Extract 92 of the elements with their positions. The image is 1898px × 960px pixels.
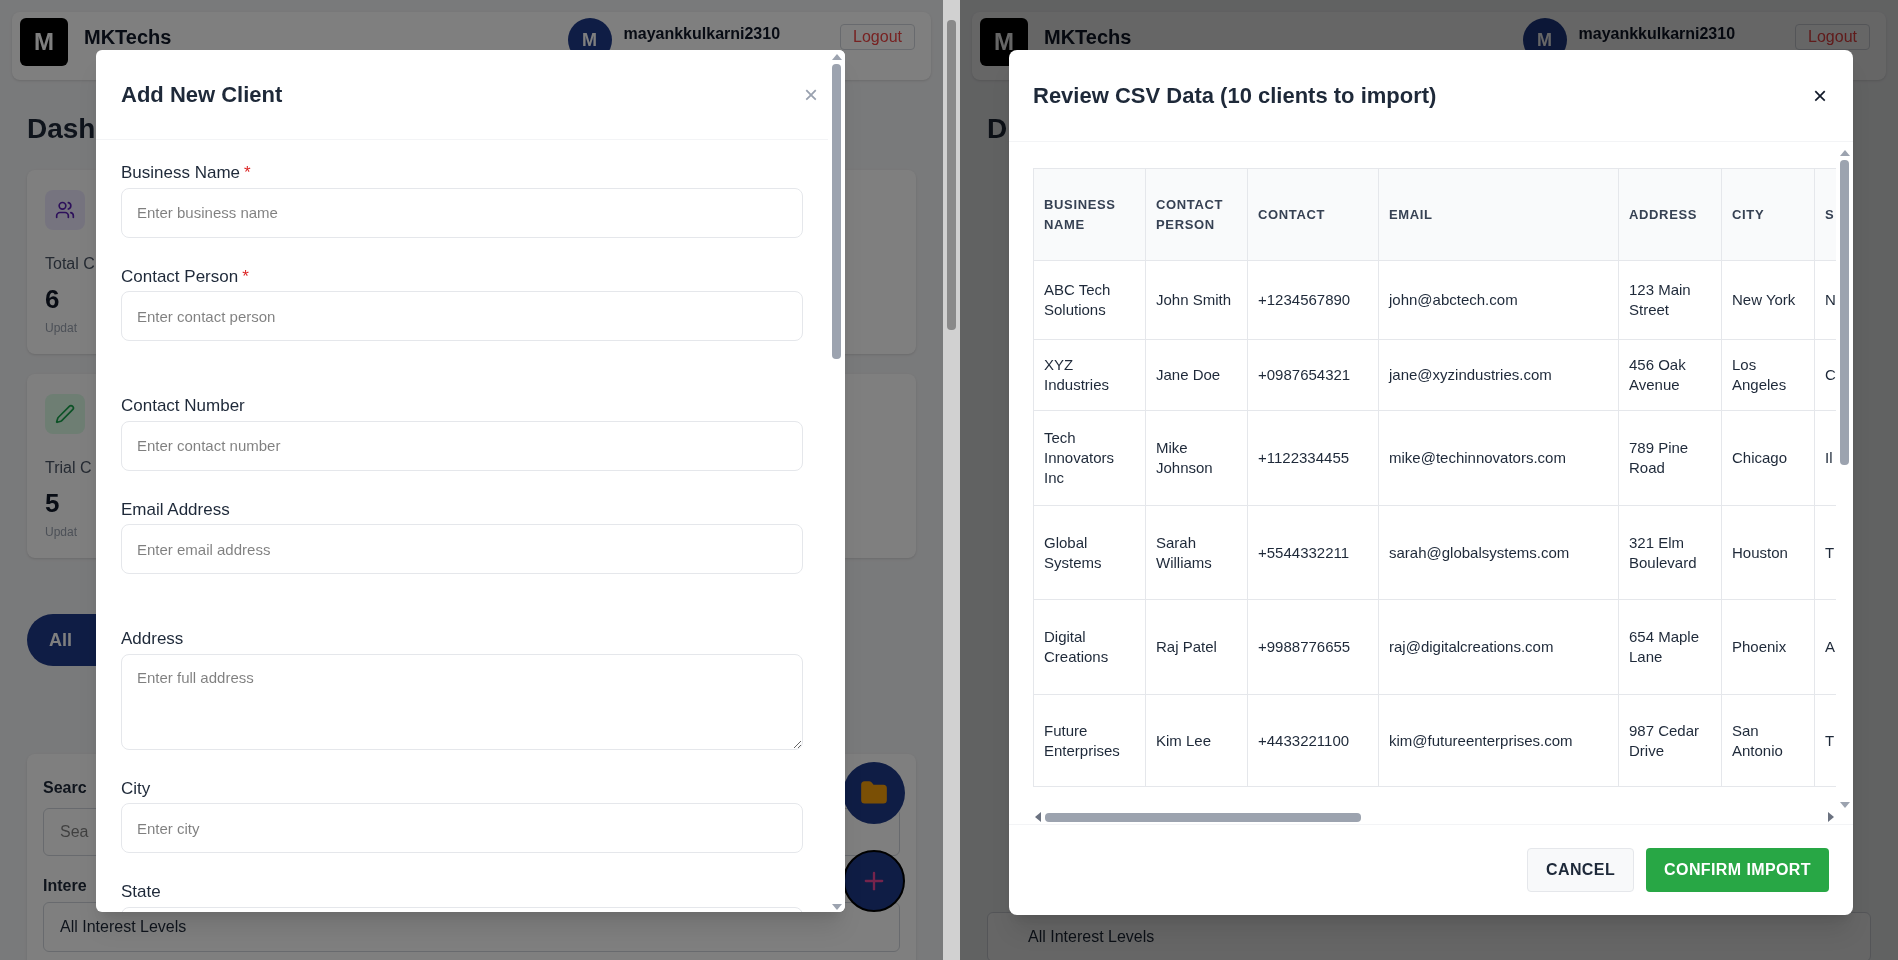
field-label: State	[121, 881, 161, 903]
search-label: Searc	[43, 778, 87, 798]
table-cell: +4433221100	[1247, 694, 1379, 787]
close-button[interactable]: ×	[804, 82, 818, 107]
field-label: City	[121, 777, 151, 800]
table-cell: XYZ Industries	[1033, 339, 1146, 411]
table-cell: sarah@globalsystems.com	[1378, 505, 1619, 600]
brand-name: MKTechs	[84, 26, 172, 48]
table-cell: Tech Innovators Inc	[1033, 410, 1146, 506]
text-field[interactable]: Enter city	[121, 803, 803, 853]
interest-label: Intere	[43, 876, 87, 896]
table-cell: John Smith	[1145, 260, 1248, 340]
column-header: ADDRESS	[1618, 168, 1722, 261]
stat-value: 5	[45, 487, 60, 520]
table-cell: +9988776655	[1247, 599, 1379, 695]
column-header: S	[1814, 168, 1836, 261]
table-cell: San Antonio	[1721, 694, 1815, 787]
table-cell: 456 Oak Avenue	[1618, 339, 1722, 411]
stat-value: 6	[45, 283, 60, 316]
page-title: Dash	[27, 112, 96, 146]
scroll-down-icon[interactable]	[1839, 802, 1850, 808]
scroll-up-icon[interactable]	[1839, 150, 1850, 156]
stat-label: Trial C	[45, 458, 92, 478]
table-cell: mike@techinnovators.com	[1378, 410, 1619, 506]
logo: M	[20, 18, 68, 66]
text-field[interactable]: Enter contact number	[121, 420, 803, 471]
scroll-down-icon[interactable]	[831, 904, 842, 910]
brand-name: MKTechs	[1044, 26, 1132, 48]
field-label: Contact Number	[121, 395, 245, 417]
table-cell: +1234567890	[1247, 260, 1379, 340]
table-cell: Phoenix	[1721, 599, 1815, 695]
column-header: BUSINESS NAME	[1033, 168, 1146, 261]
folder-icon	[860, 779, 888, 807]
scroll-right-icon[interactable]	[1828, 812, 1834, 822]
modal-title: Add New Client	[121, 81, 283, 109]
table-cell: Sarah Williams	[1145, 505, 1248, 600]
text-field[interactable]: Enter contact person	[121, 291, 803, 341]
table-cell: 654 Maple Lane	[1618, 599, 1722, 695]
table-cell: 123 Main Street	[1618, 260, 1722, 340]
table-cell: +5544332211	[1247, 505, 1379, 600]
column-header: EMAIL	[1378, 168, 1619, 261]
cancel-button[interactable]: CANCEL	[1527, 848, 1635, 892]
username: mayankkulkarni2310	[1578, 24, 1736, 44]
modal-title: Review CSV Data (10 clients to import)	[1033, 82, 1437, 110]
page-title: D	[987, 112, 1008, 146]
table-cell: Mike Johnson	[1145, 410, 1248, 506]
table-cell: Chicago	[1721, 410, 1815, 506]
interest-select[interactable]: All Interest Levels	[987, 912, 1871, 960]
table-cell: Los Angeles	[1721, 339, 1815, 411]
horizontal-scrollbar[interactable]	[1033, 810, 1836, 824]
table-cell: john@abctech.com	[1378, 260, 1619, 340]
table-cell: Jane Doe	[1145, 339, 1248, 411]
page-scrollbar[interactable]	[943, 0, 960, 960]
table-cell: New York	[1721, 260, 1815, 340]
scrollbar-thumb[interactable]	[832, 64, 841, 359]
username: mayankkulkarni2310	[623, 24, 781, 44]
logout-button[interactable]: Logout	[840, 24, 915, 50]
close-button[interactable]: ×	[1813, 83, 1827, 108]
text-field[interactable]: Enter email address	[121, 524, 803, 574]
text-field[interactable]: Enter business name	[121, 187, 803, 238]
table-cell: 789 Pine Road	[1618, 410, 1722, 506]
column-header: CITY	[1721, 168, 1815, 261]
table-cell: Kim Lee	[1145, 694, 1248, 787]
scrollbar-thumb[interactable]	[947, 20, 956, 330]
scroll-left-icon[interactable]	[1035, 812, 1041, 822]
table-cell: +0987654321	[1247, 339, 1379, 411]
scrollbar-thumb[interactable]	[1840, 160, 1849, 465]
column-header: CONTACT PERSON	[1145, 168, 1248, 261]
table-cell: Future Enterprises	[1033, 694, 1146, 787]
people-icon	[55, 200, 75, 220]
column-header: CONTACT	[1247, 168, 1379, 261]
table-cell: +1122334455	[1247, 410, 1379, 506]
confirm-button[interactable]: CONFIRM IMPORT	[1646, 848, 1829, 892]
table-cell: ABC Tech Solutions	[1033, 260, 1146, 340]
scroll-up-icon[interactable]	[831, 54, 842, 60]
field-label: Contact Person *	[121, 265, 249, 288]
table-cell: jane@xyzindustries.com	[1378, 339, 1619, 411]
table-cell: Digital Creations	[1033, 599, 1146, 695]
table-cell: 987 Cedar Drive	[1618, 694, 1722, 787]
scrollbar[interactable]	[828, 50, 845, 912]
table-cell: kim@futureenterprises.com	[1378, 694, 1619, 787]
table-cell: Global Systems	[1033, 505, 1146, 600]
pen-icon	[55, 404, 75, 424]
field-label: Email Address	[121, 498, 230, 521]
stat-label: Total C	[45, 254, 95, 274]
table-cell: Raj Patel	[1145, 599, 1248, 695]
scrollbar-thumb[interactable]	[1045, 812, 1361, 822]
address-field[interactable]: Enter full address	[121, 653, 803, 750]
table-cell: raj@digitalcreations.com	[1378, 599, 1619, 695]
field-label: Business Name *	[121, 162, 251, 184]
table-cell: Houston	[1721, 505, 1815, 600]
table-cell: 321 Elm Boulevard	[1618, 505, 1722, 600]
